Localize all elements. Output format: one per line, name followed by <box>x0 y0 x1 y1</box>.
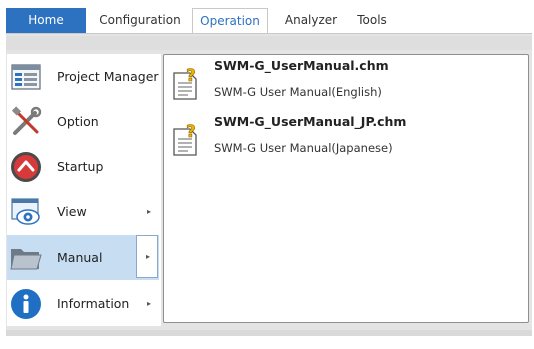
chevron-right-icon: ▸ <box>147 299 152 308</box>
menu-item-information[interactable]: Information ▸ <box>7 281 159 326</box>
manual-files-panel: ? SWM-G_UserManual.chm SWM-G User Manual… <box>163 54 529 323</box>
project-manager-icon <box>11 64 41 90</box>
info-icon <box>11 289 41 319</box>
chevron-right-icon: ▸ <box>147 207 152 216</box>
tab-configuration[interactable]: Configuration <box>88 8 192 34</box>
help-file-icon: ? <box>173 67 197 100</box>
menu-item-startup[interactable]: Startup <box>7 144 159 189</box>
view-icon <box>11 198 40 225</box>
manual-file-name: SWM-G_UserManual_JP.chm <box>214 114 407 129</box>
tab-tools[interactable]: Tools <box>344 8 400 34</box>
operation-menu: Project Manager Option Startup View ▸ Ma… <box>7 54 161 326</box>
menu-item-label: Startup <box>57 159 104 174</box>
manual-file-item[interactable]: ? SWM-G_UserManual_JP.chm SWM-G User Man… <box>164 113 528 171</box>
menu-item-label: Project Manager <box>57 69 159 84</box>
menu-item-label: Information <box>57 296 130 311</box>
menu-item-project-manager[interactable]: Project Manager <box>7 54 159 99</box>
submenu-expand-button[interactable]: ▸ <box>136 235 158 278</box>
folder-icon <box>10 249 42 270</box>
ribbon-collapsed-bar <box>6 36 532 50</box>
svg-text:?: ? <box>186 123 196 142</box>
tab-operation[interactable]: Operation <box>192 8 268 34</box>
menu-item-label: Option <box>57 114 99 129</box>
manual-file-name: SWM-G_UserManual.chm <box>214 58 389 73</box>
manual-file-description: SWM-G User Manual(English) <box>214 85 382 99</box>
svg-text:?: ? <box>186 67 196 86</box>
menu-item-label: Manual <box>57 250 103 265</box>
ribbon-tab-bar: Home Configuration Operation Analyzer To… <box>0 0 534 34</box>
menu-item-view[interactable]: View ▸ <box>7 189 159 234</box>
manual-file-description: SWM-G User Manual(Japanese) <box>214 141 393 155</box>
tools-icon <box>11 106 42 135</box>
startup-icon <box>11 152 41 182</box>
chevron-right-icon: ▸ <box>146 252 151 261</box>
menu-item-manual[interactable]: Manual ▸ <box>7 235 159 280</box>
tab-home[interactable]: Home <box>6 8 86 34</box>
menu-item-label: View <box>57 204 87 219</box>
help-file-icon: ? <box>173 123 197 156</box>
menu-item-option[interactable]: Option <box>7 99 159 144</box>
tab-analyzer[interactable]: Analyzer <box>276 8 346 34</box>
manual-file-item[interactable]: ? SWM-G_UserManual.chm SWM-G User Manual… <box>164 57 528 115</box>
status-bar <box>6 330 532 336</box>
